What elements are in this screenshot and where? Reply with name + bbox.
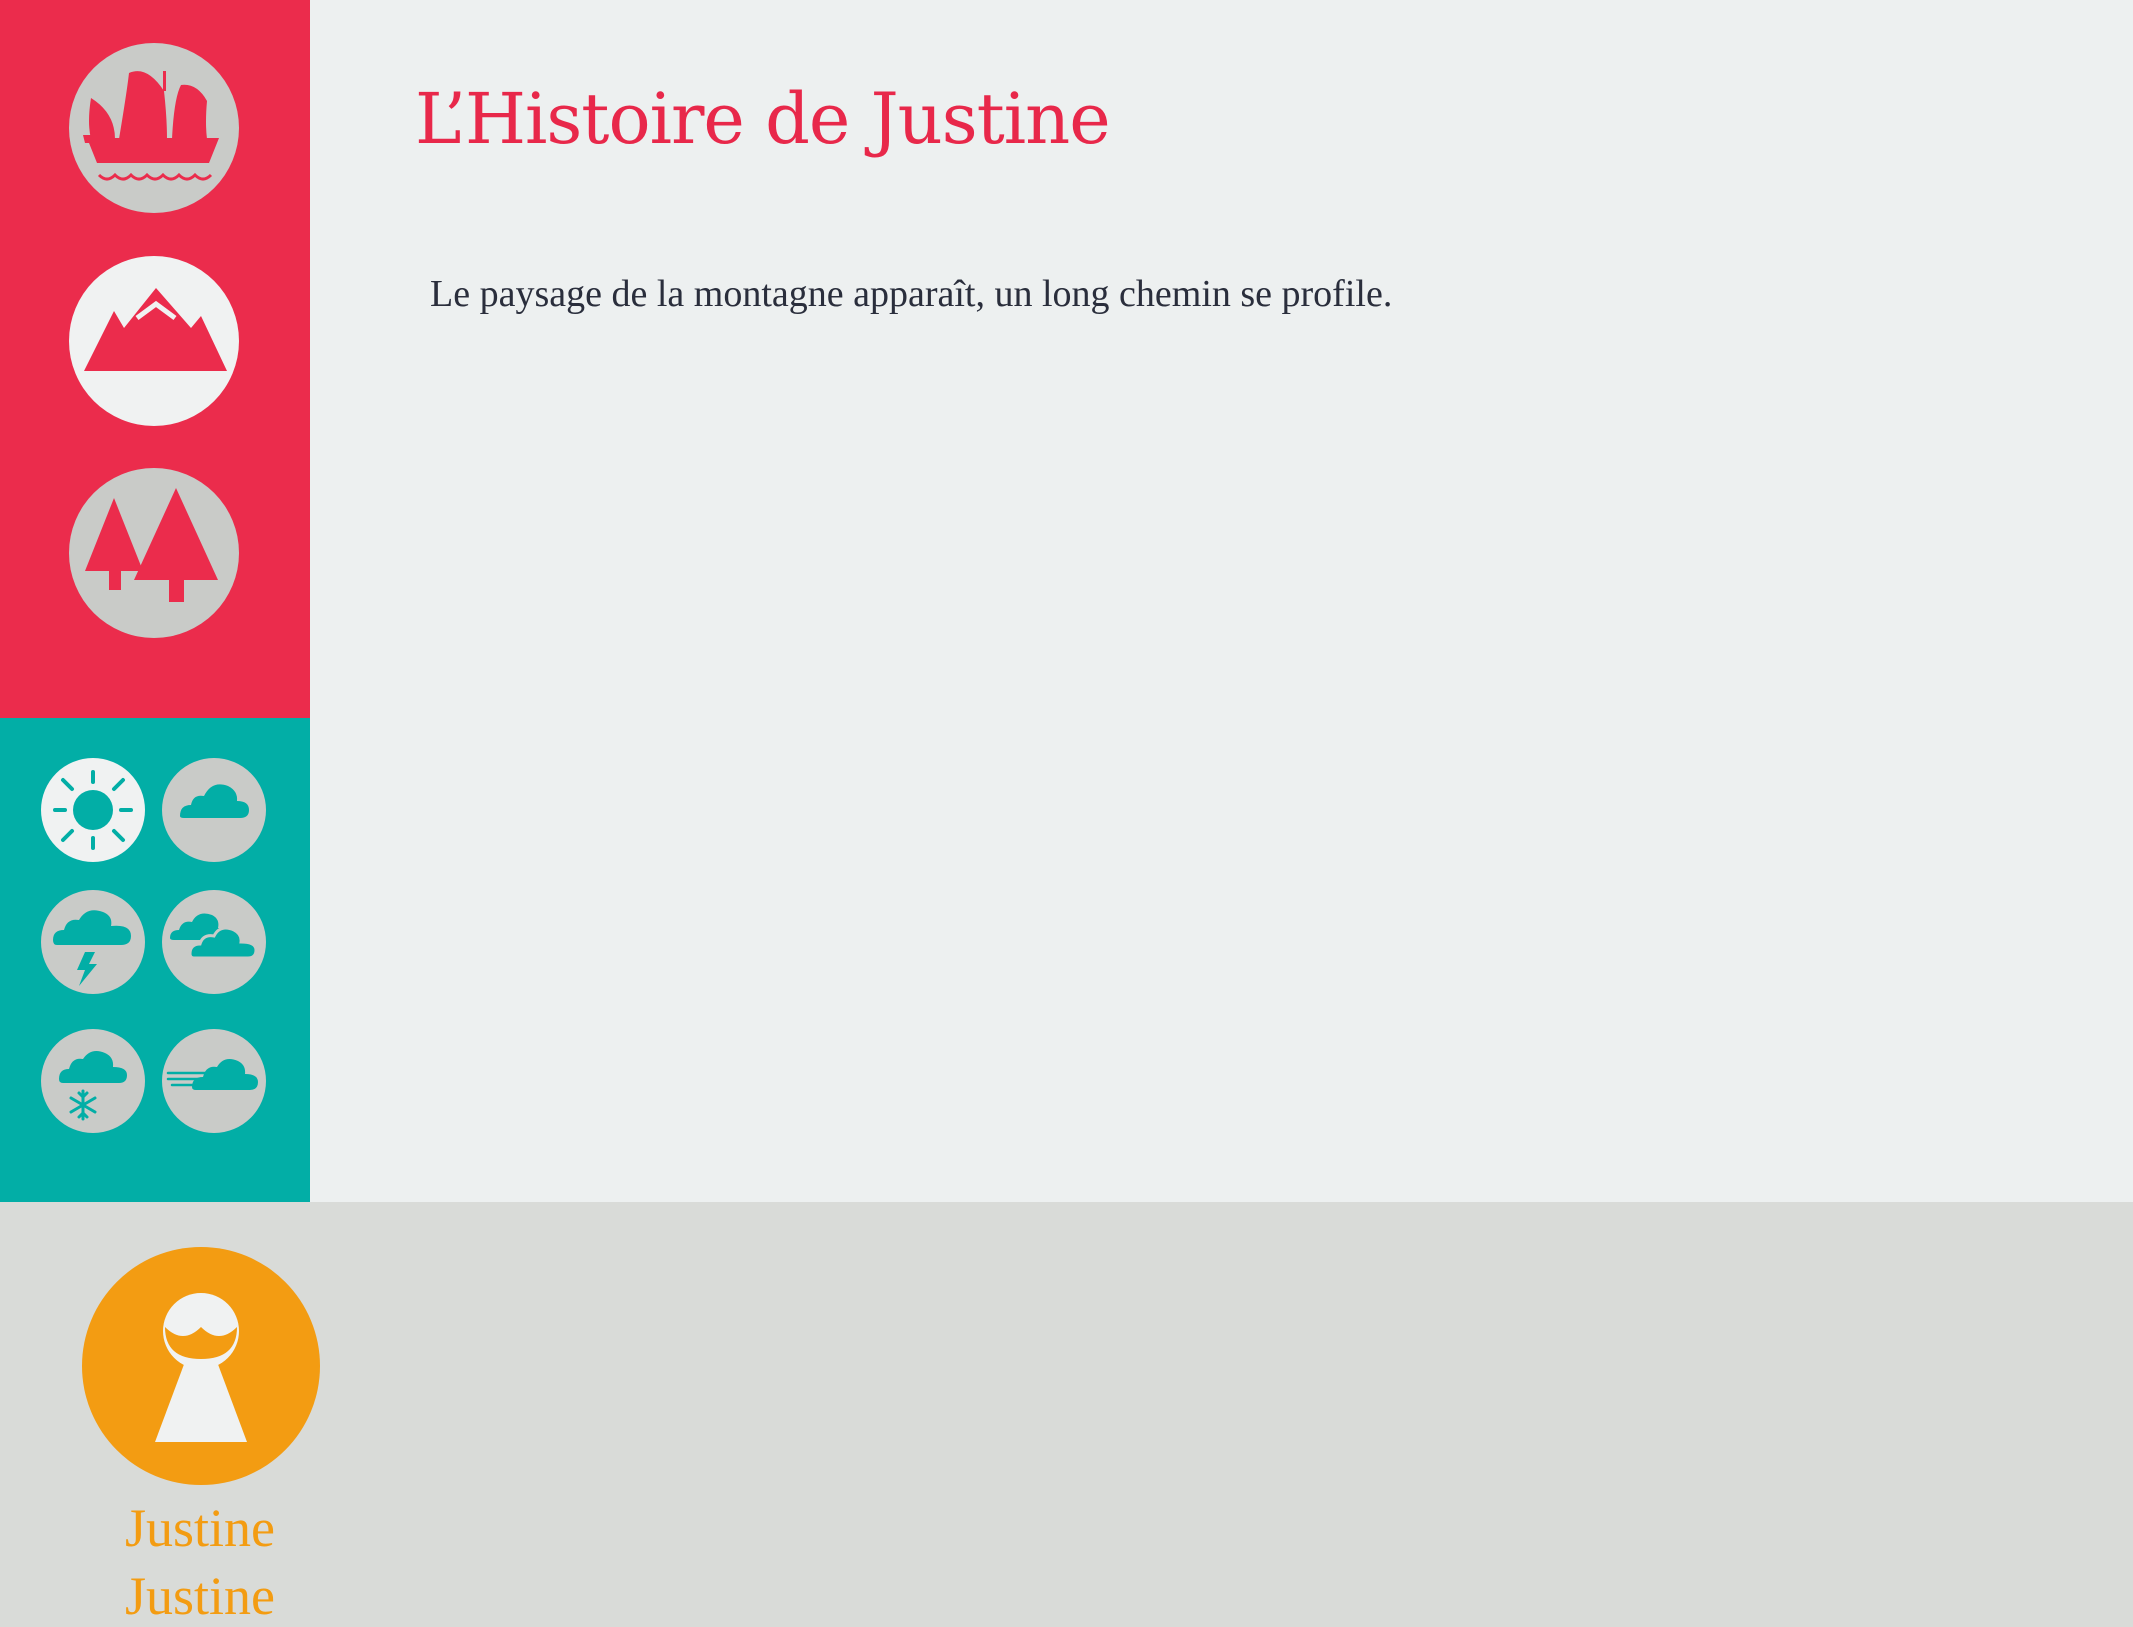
scene-forest-button[interactable] <box>69 468 239 638</box>
weather-sun-button[interactable] <box>41 758 145 862</box>
clouds-icon <box>162 890 266 994</box>
weather-sidebar <box>0 718 310 1202</box>
thunderstorm-icon <box>41 890 145 994</box>
weather-snow-button[interactable] <box>41 1029 145 1133</box>
weather-wind-button[interactable] <box>162 1029 266 1133</box>
character-name-repeat: Justine <box>124 1566 275 1626</box>
junk-boat-icon <box>69 43 239 213</box>
mountain-icon <box>69 256 239 426</box>
scene-mountain-button[interactable] <box>69 256 239 426</box>
story-text: Le paysage de la montagne apparaît, un l… <box>430 273 1393 315</box>
pine-trees-icon <box>69 468 239 638</box>
cloud-icon <box>162 758 266 862</box>
girl-keyhole-icon <box>82 1247 320 1485</box>
scene-junk-boat-button[interactable] <box>69 43 239 213</box>
weather-cloud-button[interactable] <box>162 758 266 862</box>
character-name: Justine <box>124 1498 275 1558</box>
page-title: L’Histoire de Justine <box>415 78 1111 160</box>
story-panel <box>310 0 2133 1202</box>
weather-storm-button[interactable] <box>41 890 145 994</box>
wind-icon <box>162 1029 266 1133</box>
sun-icon <box>41 758 145 862</box>
snow-icon <box>41 1029 145 1133</box>
weather-clouds-button[interactable] <box>162 890 266 994</box>
character-justine-button[interactable] <box>82 1247 320 1485</box>
scene-sidebar <box>0 0 310 718</box>
